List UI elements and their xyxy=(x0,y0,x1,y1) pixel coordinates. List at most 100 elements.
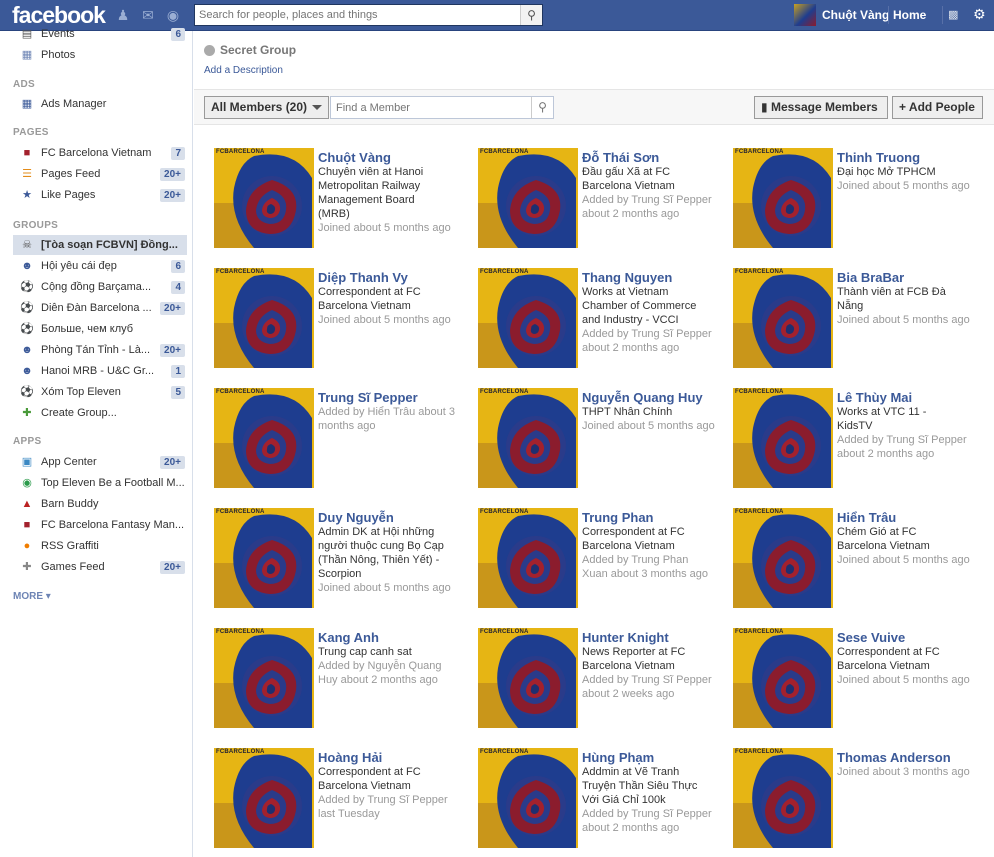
member-name-link[interactable]: Chuột Vàng xyxy=(318,150,464,165)
member-photo[interactable]: FCBARCELONA xyxy=(478,388,578,488)
member-detail: Barcelona Vietnam xyxy=(837,540,930,552)
member-photo[interactable]: FCBARCELONA xyxy=(214,148,314,248)
search-input[interactable] xyxy=(195,5,515,25)
sidebar-item[interactable]: ◉ Top Eleven Be a Football M... xyxy=(13,473,187,493)
sidebar-item[interactable]: ⚽ Cộng đồng Barçama... 4 xyxy=(13,277,187,297)
member-name-link[interactable]: Thomas Anderson xyxy=(837,750,983,765)
sidebar-item[interactable]: ☻ Hội yêu cái đẹp 6 xyxy=(13,256,187,276)
member-card: FCBARCELONA Bia BraBar Thành viên at FCB Đ… xyxy=(733,268,983,368)
member-name-link[interactable]: Thinh Truong xyxy=(837,150,983,165)
page-icon: ■ xyxy=(23,147,31,159)
member-photo[interactable]: FCBARCELONA xyxy=(478,148,578,248)
sidebar-item[interactable]: ■ FC Barcelona Vietnam 7 xyxy=(13,143,187,163)
member-name-link[interactable]: Nguyễn Quang Huy xyxy=(582,390,728,405)
profile-link[interactable]: Chuột Vàng xyxy=(794,4,889,26)
sidebar-item[interactable]: ⚽ Больше, чем клуб xyxy=(13,319,187,339)
sidebar-heading-ads: ADS xyxy=(13,79,36,90)
profile-name: Chuột Vàng xyxy=(822,8,890,22)
member-name-link[interactable]: Thang Nguyen xyxy=(582,270,728,285)
sidebar-more-link[interactable]: MORE ▾ xyxy=(13,591,51,602)
sidebar-item[interactable]: ■ FC Barcelona Fantasy Man... xyxy=(13,515,187,535)
member-name-link[interactable]: Hiển Trâu xyxy=(837,510,983,525)
search-icon[interactable]: ⚲ xyxy=(520,5,542,25)
member-photo[interactable]: FCBARCELONA xyxy=(733,748,833,848)
photo-caption: FCBARCELONA xyxy=(480,629,529,635)
sidebar-item[interactable]: ✚ Create Group... xyxy=(13,403,187,423)
member-name-link[interactable]: Diệp Thanh Vy xyxy=(318,270,464,285)
app-center-icon: ▣ xyxy=(21,456,33,468)
member-name-link[interactable]: Hoàng Hải xyxy=(318,750,464,765)
sidebar-item[interactable]: ☻ Phòng Tán Tỉnh - Là... 20+ xyxy=(13,340,187,360)
member-photo[interactable]: FCBARCELONA xyxy=(733,628,833,728)
count-badge: 20+ xyxy=(160,301,185,315)
group-title: Secret Group xyxy=(204,43,296,57)
sidebar-item[interactable]: ▤ Events 6 xyxy=(13,24,187,44)
member-photo[interactable]: FCBARCELONA xyxy=(478,508,578,608)
add-description-link[interactable]: Add a Description xyxy=(204,65,296,76)
sidebar-item[interactable]: ▦ Photos xyxy=(13,45,187,65)
member-detail: Nẵng xyxy=(837,300,864,312)
message-members-button[interactable]: ▮ Message Members xyxy=(754,96,888,119)
group-privacy-label: Secret Group xyxy=(220,43,297,57)
rose-photo-graphic xyxy=(478,508,578,608)
gear-icon[interactable]: ⚙ xyxy=(973,6,986,23)
member-name-link[interactable]: Bia BraBar xyxy=(837,270,983,285)
member-photo[interactable]: FCBARCELONA xyxy=(478,268,578,368)
sidebar-item[interactable]: ▲ Barn Buddy xyxy=(13,494,187,514)
member-photo[interactable]: FCBARCELONA xyxy=(478,748,578,848)
sidebar-item[interactable]: ⚽ Xóm Top Eleven 5 xyxy=(13,382,187,402)
member-joined-info: Added by Trung Phan xyxy=(582,554,689,566)
member-joined-info: Joined about 5 months ago xyxy=(837,674,970,686)
member-name-link[interactable]: Đỗ Thái Sơn xyxy=(582,150,728,165)
privacy-shortcuts-icon[interactable]: ▩ xyxy=(948,8,958,21)
member-photo[interactable]: FCBARCELONA xyxy=(733,148,833,248)
sidebar-item[interactable]: ● RSS Graffiti xyxy=(13,536,187,556)
member-info: Hoàng Hải Correspondent at FC Barcelona Vi… xyxy=(318,750,464,821)
sidebar-heading-groups: GROUPS xyxy=(13,220,59,231)
find-member-input[interactable] xyxy=(331,97,527,118)
member-name-link[interactable]: Trung Phan xyxy=(582,510,728,525)
sidebar-item[interactable]: ⚽ Diễn Đàn Barcelona ... 20+ xyxy=(13,298,187,318)
member-photo[interactable]: FCBARCELONA xyxy=(733,268,833,368)
member-joined-info: last Tuesday xyxy=(318,808,380,820)
sidebar-item[interactable]: ▣ App Center 20+ xyxy=(13,452,187,472)
members-filter-dropdown[interactable]: All Members (20) xyxy=(204,96,329,119)
member-name-link[interactable]: Kang Anh xyxy=(318,630,464,645)
photo-caption: FCBARCELONA xyxy=(480,149,529,155)
notifications-globe-icon[interactable]: ◉ xyxy=(164,7,182,23)
member-name-link[interactable]: Trung Sĩ Pepper xyxy=(318,390,464,405)
member-photo[interactable]: FCBARCELONA xyxy=(214,748,314,848)
messages-icon[interactable]: ✉ xyxy=(139,7,157,23)
sidebar-item[interactable]: ☻ Hanoi MRB - U&C Gr... 1 xyxy=(13,361,187,381)
sidebar-item[interactable]: ★ Like Pages 20+ xyxy=(13,185,187,205)
member-photo[interactable]: FCBARCELONA xyxy=(733,388,833,488)
member-photo[interactable]: FCBARCELONA xyxy=(214,508,314,608)
sidebar-item[interactable]: ▦ Ads Manager xyxy=(13,94,187,114)
member-photo[interactable]: FCBARCELONA xyxy=(214,628,314,728)
like-icon: ★ xyxy=(22,189,32,201)
member-photo[interactable]: FCBARCELONA xyxy=(214,388,314,488)
friend-requests-icon[interactable]: ♟ xyxy=(114,7,132,23)
member-detail: Barcelona Vietnam xyxy=(318,780,411,792)
search-icon[interactable]: ⚲ xyxy=(531,97,553,118)
ball-icon: ⚽ xyxy=(20,323,34,335)
member-photo[interactable]: FCBARCELONA xyxy=(478,628,578,728)
member-name-link[interactable]: Duy Nguyễn xyxy=(318,510,464,525)
member-detail: Barcelona Vietnam xyxy=(318,300,411,312)
member-photo[interactable]: FCBARCELONA xyxy=(214,268,314,368)
rose-photo-graphic xyxy=(733,268,833,368)
member-name-link[interactable]: Hunter Knight xyxy=(582,630,728,645)
sidebar-item-label: Xóm Top Eleven xyxy=(41,386,121,398)
member-name-link[interactable]: Lê Thùy Mai xyxy=(837,390,983,405)
add-people-button[interactable]: + Add People xyxy=(892,96,983,119)
sidebar-item[interactable]: ✚ Games Feed 20+ xyxy=(13,557,187,577)
sidebar-item[interactable]: ☰ Pages Feed 20+ xyxy=(13,164,187,184)
member-detail: Admin DK at Hội những xyxy=(318,526,435,538)
home-link[interactable]: Home xyxy=(893,8,926,22)
rose-photo-graphic xyxy=(478,268,578,368)
member-name-link[interactable]: Sese Vuive xyxy=(837,630,983,645)
member-name-link[interactable]: Hùng Phạm xyxy=(582,750,728,765)
sidebar-item[interactable]: ☠ [Tòa soạn FCBVN] Đồng... xyxy=(13,235,187,255)
photo-caption: FCBARCELONA xyxy=(735,629,784,635)
member-photo[interactable]: FCBARCELONA xyxy=(733,508,833,608)
